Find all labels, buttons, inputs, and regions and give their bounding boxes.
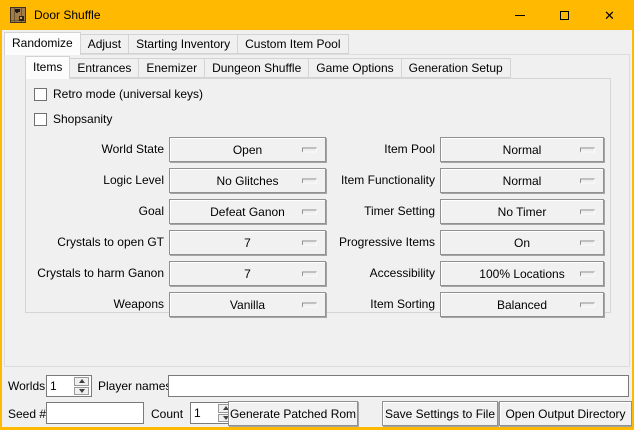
tab-entrances[interactable]: Entrances [69, 58, 139, 78]
goal-label: Goal [26, 199, 164, 224]
caption-buttons: ✕ [497, 0, 632, 30]
retro-mode-row: Retro mode (universal keys) [34, 87, 610, 101]
dropdown-indicator-icon [302, 147, 317, 152]
tab-dungeon-shuffle[interactable]: Dungeon Shuffle [204, 58, 309, 78]
tab-randomize[interactable]: Randomize [4, 32, 81, 55]
item-pool-label: Item Pool [331, 137, 435, 162]
count-input[interactable] [191, 403, 218, 423]
goal-value: Defeat Ganon [210, 205, 285, 219]
timer-setting-dropdown[interactable]: No Timer [440, 199, 604, 224]
progressive-items-label: Progressive Items [331, 230, 435, 255]
crystals-gt-dropdown[interactable]: 7 [169, 230, 326, 255]
tab-items[interactable]: Items [25, 56, 70, 79]
dropdown-indicator-icon [580, 302, 595, 307]
close-icon: ✕ [604, 9, 615, 22]
crystals-ganon-value: 7 [244, 267, 251, 281]
spin-up-button[interactable] [74, 377, 89, 386]
timer-setting-label: Timer Setting [331, 199, 435, 224]
count-label: Count [151, 403, 183, 425]
spin-up-icon [79, 379, 85, 383]
items-page: Retro mode (universal keys) Shopsanity W… [25, 78, 611, 313]
spin-down-button[interactable] [74, 387, 89, 396]
player-names-input[interactable] [168, 375, 629, 397]
maximize-icon [560, 11, 569, 20]
tab-game-options[interactable]: Game Options [308, 58, 401, 78]
weapons-label: Weapons [26, 292, 164, 317]
item-functionality-label: Item Functionality [331, 168, 435, 193]
app-icon [10, 7, 26, 23]
logic-level-label: Logic Level [26, 168, 164, 193]
progressive-items-value: On [514, 236, 530, 250]
dropdown-indicator-icon [580, 178, 595, 183]
progressive-items-dropdown[interactable]: On [440, 230, 604, 255]
minimize-button[interactable] [497, 0, 542, 30]
accessibility-label: Accessibility [331, 261, 435, 286]
tab-enemizer[interactable]: Enemizer [138, 58, 205, 78]
logic-level-dropdown[interactable]: No Glitches [169, 168, 326, 193]
maximize-button[interactable] [542, 0, 587, 30]
item-sorting-value: Balanced [497, 298, 547, 312]
crystals-ganon-dropdown[interactable]: 7 [169, 261, 326, 286]
item-functionality-value: Normal [503, 174, 542, 188]
dropdown-indicator-icon [302, 209, 317, 214]
world-state-label: World State [26, 137, 164, 162]
world-state-dropdown[interactable]: Open [169, 137, 326, 162]
weapons-dropdown[interactable]: Vanilla [169, 292, 326, 317]
shopsanity-checkbox[interactable] [34, 113, 47, 126]
world-state-value: Open [233, 143, 262, 157]
dropdown-indicator-icon [580, 147, 595, 152]
retro-mode-checkbox[interactable] [34, 88, 47, 101]
item-sorting-label: Item Sorting [331, 292, 435, 317]
dropdown-indicator-icon [580, 271, 595, 276]
minimize-icon [515, 15, 525, 16]
shopsanity-row: Shopsanity [34, 112, 610, 126]
option-grid: World State Open Item Pool Normal Logic … [26, 137, 610, 317]
logic-level-value: No Glitches [216, 174, 278, 188]
shopsanity-label: Shopsanity [53, 112, 112, 126]
inner-tabstrip: Items Entrances Enemizer Dungeon Shuffle… [25, 56, 511, 78]
app-window: Door Shuffle ✕ Randomize Adjust Starting… [0, 0, 634, 430]
player-names-label: Player names [98, 375, 171, 397]
tab-adjust[interactable]: Adjust [80, 34, 129, 54]
item-pool-value: Normal [503, 143, 542, 157]
crystals-gt-value: 7 [244, 236, 251, 250]
dropdown-indicator-icon [580, 240, 595, 245]
dropdown-indicator-icon [302, 271, 317, 276]
worlds-label: Worlds [8, 375, 45, 397]
titlebar: Door Shuffle ✕ [2, 0, 632, 30]
crystals-gt-label: Crystals to open GT [26, 230, 164, 255]
seed-input[interactable] [46, 402, 144, 424]
goal-dropdown[interactable]: Defeat Ganon [169, 199, 326, 224]
worlds-spin-arrows [74, 376, 90, 396]
crystals-ganon-label: Crystals to harm Ganon [26, 261, 164, 286]
accessibility-dropdown[interactable]: 100% Locations [440, 261, 604, 286]
seed-label: Seed # [8, 403, 46, 425]
item-sorting-dropdown[interactable]: Balanced [440, 292, 604, 317]
timer-setting-value: No Timer [498, 205, 547, 219]
worlds-spinner [46, 375, 92, 397]
retro-mode-label: Retro mode (universal keys) [53, 87, 203, 101]
outer-tabstrip: Randomize Adjust Starting Inventory Cust… [4, 32, 349, 54]
worlds-input[interactable] [47, 376, 74, 396]
tab-generation-setup[interactable]: Generation Setup [401, 58, 511, 78]
spin-down-icon [79, 389, 85, 393]
item-pool-dropdown[interactable]: Normal [440, 137, 604, 162]
save-settings-button[interactable]: Save Settings to File [382, 401, 498, 426]
window-title: Door Shuffle [34, 8, 101, 22]
dropdown-indicator-icon [302, 178, 317, 183]
tab-custom-item-pool[interactable]: Custom Item Pool [237, 34, 348, 54]
dropdown-indicator-icon [302, 240, 317, 245]
accessibility-value: 100% Locations [479, 267, 564, 281]
weapons-value: Vanilla [230, 298, 265, 312]
item-functionality-dropdown[interactable]: Normal [440, 168, 604, 193]
tab-starting-inventory[interactable]: Starting Inventory [128, 34, 238, 54]
open-output-directory-button[interactable]: Open Output Directory [499, 401, 632, 426]
close-button[interactable]: ✕ [587, 0, 632, 30]
dropdown-indicator-icon [302, 302, 317, 307]
generate-patched-rom-button[interactable]: Generate Patched Rom [228, 401, 358, 426]
dropdown-indicator-icon [580, 209, 595, 214]
